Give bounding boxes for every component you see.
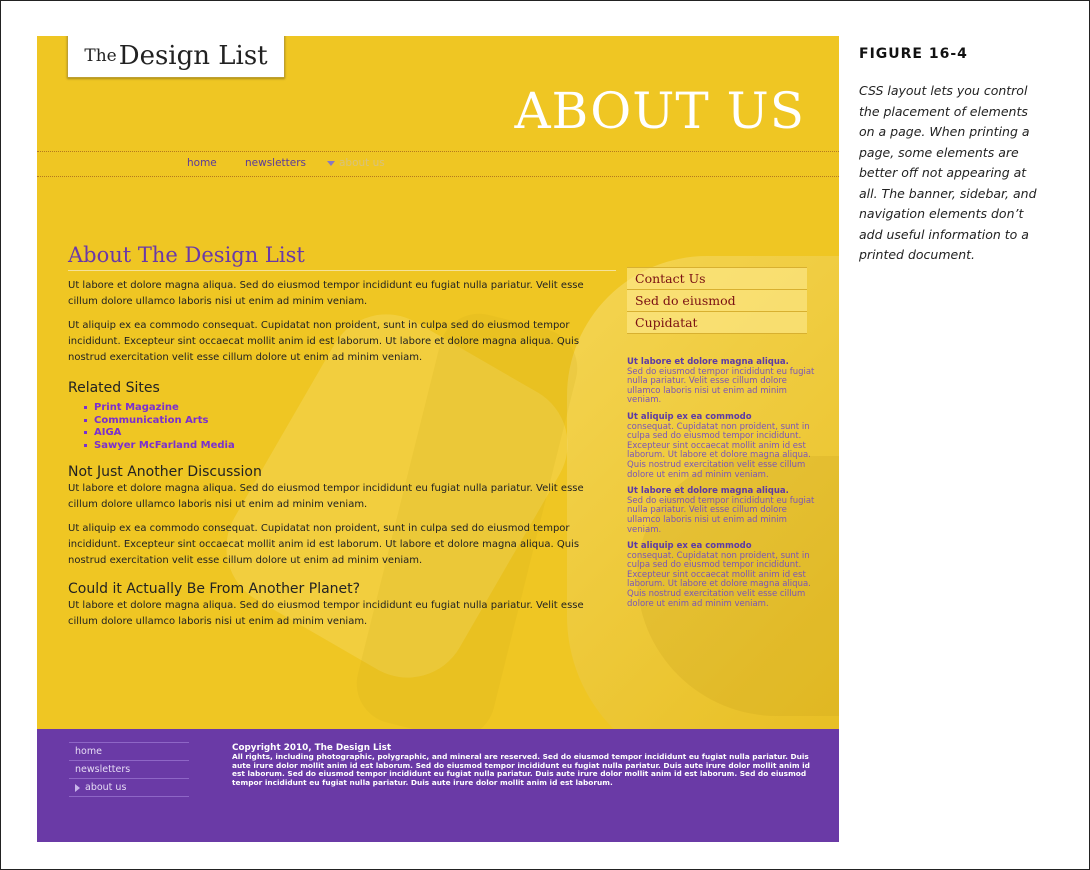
sidebar-block: Ut aliquip ex ea commodo consequat. Cupi… [627,541,819,609]
logo-name: Design List [118,41,268,71]
copyright-notice: Copyright 2010, The Design List All righ… [232,744,822,788]
page-heading: About The Design List [68,243,616,271]
sidebar-link[interactable]: Cupidatat [627,312,807,334]
related-sites-heading: Related Sites [68,380,160,396]
sidebar-link[interactable]: Sed do eiusmod [627,290,807,312]
sidebar-block-text: consequat. Cupidatat non proident, sunt … [627,550,811,609]
caret-down-icon [327,160,335,166]
banner-title: ABOUT US [514,82,805,140]
figure-frame: The Design List ABOUT US home newsletter… [0,0,1090,870]
nav-about-label: about us [339,157,385,169]
section-heading: Not Just Another Discussion [68,464,262,480]
paragraph: Ut aliquip ex ea commodo consequat. Cupi… [68,320,580,363]
sidebar-text: Ut labore et dolore magna aliqua. Sed do… [627,357,819,616]
section-heading: Could it Actually Be From Another Planet… [68,581,361,597]
figure-caption: CSS layout lets you control the placemen… [859,83,1037,262]
logo-the: The [84,46,117,66]
paragraph: Ut labore et dolore magna aliqua. Sed do… [68,483,584,510]
paragraph: Ut labore et dolore magna aliqua. Sed do… [68,600,584,627]
sidebar-block: Ut aliquip ex ea commodo consequat. Cupi… [627,412,819,480]
main-content: About The Design List Ut labore et dolor… [68,243,616,630]
related-link[interactable]: AIGA [84,427,616,440]
sidebar-link-contact[interactable]: Contact Us [627,267,807,290]
figure-label: FIGURE 16-4 [859,46,968,62]
sidebar-block: Ut labore et dolore magna aliqua. Sed do… [627,487,819,535]
nav-newsletters-link[interactable]: newsletters [245,157,306,169]
footer-link-label: about us [85,782,127,793]
sidebar-block-text: Sed do eiusmod tempor incididunt eu fugi… [627,366,815,406]
top-navigation: home newsletters about us [37,151,839,177]
copyright-text: All rights, including photographic, poly… [232,751,810,788]
related-sites-list: Print Magazine Communication Arts AIGA S… [68,402,616,452]
triangle-right-icon [75,783,80,792]
sidebar-block-text: Sed do eiusmod tempor incididunt eu fugi… [627,495,815,535]
related-link[interactable]: Communication Arts [84,415,616,428]
sidebar-menu: Contact Us Sed do eiusmod Cupidatat [627,267,807,334]
nav-home-link[interactable]: home [187,157,217,169]
site-footer: home newsletters about us Copyright 2010… [37,729,839,842]
paragraph: Ut aliquip ex ea commodo consequat. Cupi… [68,523,580,566]
footer-link-about[interactable]: about us [69,778,189,797]
footer-link-newsletters[interactable]: newsletters [69,760,189,778]
related-link[interactable]: Print Magazine [84,402,616,415]
sidebar-block: Ut labore et dolore magna aliqua. Sed do… [627,357,819,406]
footer-link-home[interactable]: home [69,742,189,760]
paragraph: Ut labore et dolore magna aliqua. Sed do… [68,280,584,307]
nav-about-link[interactable]: about us [327,157,385,169]
site-logo[interactable]: The Design List [67,36,285,78]
related-link[interactable]: Sawyer McFarland Media [84,440,616,453]
sidebar-block-text: consequat. Cupidatat non proident, sunt … [627,421,811,480]
footer-navigation: home newsletters about us [69,742,189,797]
website-screenshot: The Design List ABOUT US home newsletter… [37,36,839,842]
